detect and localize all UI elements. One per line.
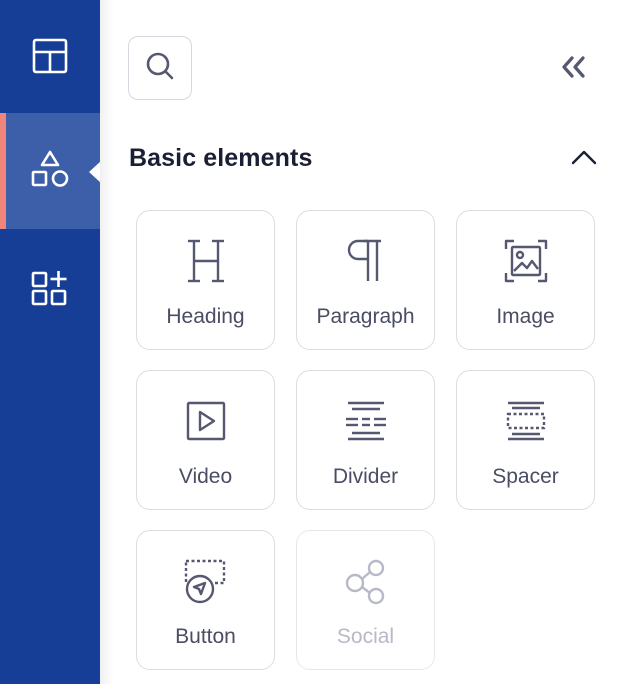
button-icon xyxy=(137,557,274,607)
video-icon xyxy=(137,397,274,447)
element-label: Social xyxy=(336,625,395,648)
sidebar-rail xyxy=(0,0,100,684)
social-icon xyxy=(297,557,434,607)
sidebar-item-add-widgets[interactable] xyxy=(0,232,100,348)
layout-icon xyxy=(31,37,69,80)
element-card-spacer[interactable]: Spacer xyxy=(456,370,595,510)
heading-icon xyxy=(137,237,274,287)
panel-shadow xyxy=(100,0,114,684)
element-card-heading[interactable]: Heading xyxy=(136,210,275,350)
section-title: Basic elements xyxy=(129,144,313,172)
double-chevron-left-icon xyxy=(559,55,587,84)
element-card-divider[interactable]: Divider xyxy=(296,370,435,510)
paragraph-icon xyxy=(297,237,434,287)
element-label: Paragraph xyxy=(316,305,415,328)
sidebar-item-elements[interactable] xyxy=(0,113,100,229)
divider-icon xyxy=(297,397,434,447)
element-card-social: Social xyxy=(296,530,435,670)
element-card-video[interactable]: Video xyxy=(136,370,275,510)
element-label: Video xyxy=(178,465,233,488)
shapes-icon xyxy=(30,149,70,194)
element-label: Divider xyxy=(332,465,399,488)
element-card-button[interactable]: Button xyxy=(136,530,275,670)
chevron-up-icon xyxy=(570,148,598,171)
element-label: Image xyxy=(496,305,555,328)
section-collapse-toggle[interactable] xyxy=(566,144,602,174)
sidebar-item-layout[interactable] xyxy=(0,0,100,116)
add-widget-icon xyxy=(30,268,70,313)
search-icon xyxy=(143,49,177,88)
collapse-panel-button[interactable] xyxy=(556,54,590,84)
element-label: Button xyxy=(175,625,236,648)
element-card-image[interactable]: Image xyxy=(456,210,595,350)
element-card-paragraph[interactable]: Paragraph xyxy=(296,210,435,350)
element-label: Spacer xyxy=(492,465,559,488)
search-button[interactable] xyxy=(128,36,192,100)
image-icon xyxy=(457,237,594,287)
element-label: Heading xyxy=(166,305,245,328)
spacer-icon xyxy=(457,397,594,447)
